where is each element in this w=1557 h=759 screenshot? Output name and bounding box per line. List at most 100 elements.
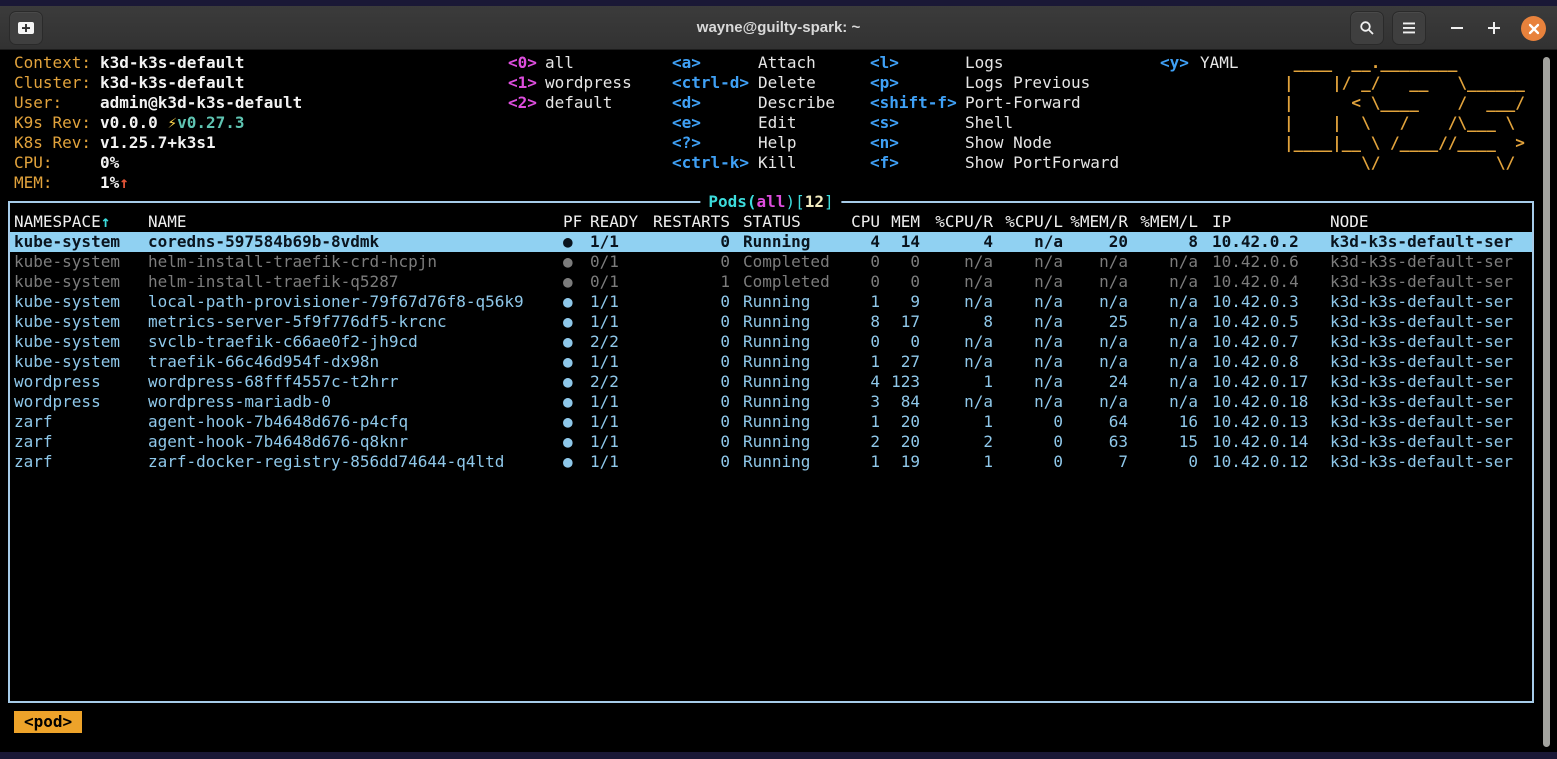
plus-icon (1487, 21, 1501, 35)
cell-status: Running (730, 432, 848, 452)
table-row[interactable]: zarfzarf-docker-registry-856dd74644-q4lt… (10, 452, 1532, 472)
cell-name: traefik-66c46d954f-dx98n (148, 352, 563, 372)
table-row[interactable]: kube-systemtraefik-66c46d954f-dx98n●1/10… (10, 352, 1532, 372)
cell-ready: 1/1 (590, 232, 640, 252)
column-header-name[interactable]: NAME (148, 212, 563, 232)
cell-cpu_l: 0 (993, 432, 1063, 452)
hotkey-row: <f>Show PortForward (870, 153, 1119, 173)
hotkey-key: <?> (672, 133, 750, 153)
column-header-status[interactable]: STATUS (730, 212, 848, 232)
cell-node: k3d-k3s-default-ser (1330, 252, 1532, 272)
hotkey-row: <y>YAML (1160, 53, 1239, 73)
titlebar: wayne@guilty-spark: ~ (0, 6, 1557, 50)
cell-status: Running (730, 452, 848, 472)
hotkey-group-3: <l>Logs<p>Logs Previous<shift-f>Port-For… (870, 53, 1119, 173)
cell-ready: 1/1 (590, 292, 640, 312)
cell-name: svclb-traefik-c66ae0f2-jh9cd (148, 332, 563, 352)
close-button[interactable] (1521, 16, 1546, 41)
cluster-info-value: k3d-k3s-default (100, 53, 245, 73)
column-header-cpu[interactable]: CPU (848, 212, 880, 232)
cell-mem_l: 0 (1128, 452, 1198, 472)
cell-cpu: 1 (848, 412, 880, 432)
pf-dot-icon: ● (563, 352, 590, 372)
hotkey-action-label: Edit (758, 113, 797, 133)
cell-node: k3d-k3s-default-ser (1330, 332, 1532, 352)
cell-status: Completed (730, 272, 848, 292)
cell-mem_r: 20 (1063, 232, 1128, 252)
cell-mem: 17 (880, 312, 920, 332)
column-header-node[interactable]: NODE (1330, 212, 1532, 232)
cell-mem_r: n/a (1063, 272, 1128, 292)
table-row[interactable]: kube-systemhelm-install-traefik-q5287●0/… (10, 272, 1532, 292)
table-row[interactable]: kube-systemmetrics-server-5f9f776df5-krc… (10, 312, 1532, 332)
search-button[interactable] (1350, 11, 1384, 45)
cell-mem_l: n/a (1128, 272, 1198, 292)
table-row[interactable]: kube-systemsvclb-traefik-c66ae0f2-jh9cd●… (10, 332, 1532, 352)
cell-cpu_r: n/a (920, 292, 993, 312)
cell-ip: 10.42.0.13 (1198, 412, 1330, 432)
hotkey-row: <d>Describe (672, 93, 835, 113)
column-header--cpu-r[interactable]: %CPU/R (920, 212, 993, 232)
maximize-button[interactable] (1480, 13, 1508, 43)
cell-namespace: zarf (14, 432, 148, 452)
cell-namespace: wordpress (14, 392, 148, 412)
table-header-row: NAMESPACE↑NAMEPFREADYRESTARTSSTATUSCPUME… (10, 212, 1532, 232)
hotkey-action-label: Kill (758, 153, 797, 173)
hotkey-group-2: <a>Attach<ctrl-d>Delete<d>Describe<e>Edi… (672, 53, 835, 173)
menu-button[interactable] (1392, 11, 1426, 45)
cell-node: k3d-k3s-default-ser (1330, 372, 1532, 392)
hotkey-action-label: Help (758, 133, 797, 153)
cell-restarts: 0 (640, 452, 730, 472)
column-header--mem-l[interactable]: %MEM/L (1128, 212, 1198, 232)
column-header--cpu-l[interactable]: %CPU/L (993, 212, 1063, 232)
cell-cpu_r: 2 (920, 432, 993, 452)
cell-namespace: kube-system (14, 252, 148, 272)
cell-mem: 84 (880, 392, 920, 412)
cell-mem: 14 (880, 232, 920, 252)
hotkey-row: <s>Shell (870, 113, 1119, 133)
cell-name: helm-install-traefik-crd-hcpjn (148, 252, 563, 272)
table-row[interactable]: kube-systemhelm-install-traefik-crd-hcpj… (10, 252, 1532, 272)
column-header-namespace[interactable]: NAMESPACE↑ (14, 212, 148, 232)
hotkey-row: <ctrl-k>Kill (672, 153, 835, 173)
breadcrumb-pod: <pod> (14, 711, 82, 733)
cell-mem: 0 (880, 332, 920, 352)
hotkey-action-label: Shell (965, 113, 1013, 133)
cluster-info-value-segment: 0% (100, 153, 119, 172)
new-tab-button[interactable] (9, 11, 43, 45)
hotkey-action-label: all (545, 53, 574, 73)
hotkey-action-label: Logs (965, 53, 1004, 73)
column-header--mem-r[interactable]: %MEM/R (1063, 212, 1128, 232)
cluster-info-row: Context:k3d-k3s-default (14, 53, 302, 73)
pf-dot-icon: ● (563, 252, 590, 272)
table-row[interactable]: kube-systemlocal-path-provisioner-79f67d… (10, 292, 1532, 312)
cell-cpu_l: n/a (993, 332, 1063, 352)
table-row[interactable]: zarfagent-hook-7b4648d676-p4cfq●1/10Runn… (10, 412, 1532, 432)
hotkey-key: <f> (870, 153, 957, 173)
terminal-content: Context:k3d-k3s-defaultCluster:k3d-k3s-d… (0, 51, 1557, 752)
table-row[interactable]: zarfagent-hook-7b4648d676-q8knr●1/10Runn… (10, 432, 1532, 452)
column-header-pf[interactable]: PF (563, 212, 590, 232)
cell-status: Running (730, 232, 848, 252)
hotkey-action-label: wordpress (545, 73, 632, 93)
cell-mem_l: 8 (1128, 232, 1198, 252)
cell-ready: 0/1 (590, 252, 640, 272)
cell-mem_r: 24 (1063, 372, 1128, 392)
column-header-ip[interactable]: IP (1198, 212, 1330, 232)
hotkey-key: <y> (1160, 53, 1190, 73)
cell-ready: 2/2 (590, 372, 640, 392)
cell-ip: 10.42.0.4 (1198, 272, 1330, 292)
cell-ip: 10.42.0.8 (1198, 352, 1330, 372)
cell-ready: 1/1 (590, 432, 640, 452)
scrollbar[interactable] (1543, 57, 1550, 747)
column-header-mem[interactable]: MEM (880, 212, 920, 232)
table-row[interactable]: wordpresswordpress-mariadb-0●1/10Running… (10, 392, 1532, 412)
cell-name: agent-hook-7b4648d676-q8knr (148, 432, 563, 452)
table-row[interactable]: kube-systemcoredns-597584b69b-8vdmk●1/10… (10, 232, 1532, 252)
minimize-button[interactable] (1443, 13, 1471, 43)
cell-ready: 0/1 (590, 272, 640, 292)
column-header-ready[interactable]: READY (590, 212, 640, 232)
pods-table: NAMESPACE↑NAMEPFREADYRESTARTSSTATUSCPUME… (8, 201, 1534, 703)
table-row[interactable]: wordpresswordpress-68fff4557c-t2hrr●2/20… (10, 372, 1532, 392)
column-header-restarts[interactable]: RESTARTS (640, 212, 730, 232)
